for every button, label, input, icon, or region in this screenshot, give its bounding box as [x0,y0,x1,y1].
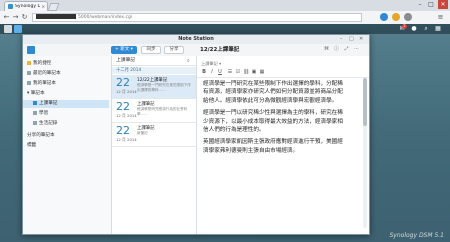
dsm-watermark: Synology DSM 5.1 [389,232,445,239]
tab-bar: Synology DiskStation ✕ – □ ✕ [0,0,450,11]
note-list-header: 上課筆記 [112,56,196,66]
url-field[interactable]: 5000/webman/index.cgi [32,13,362,22]
editor-note-title[interactable]: 12/22上課筆記 [200,46,239,54]
note-month: 12 月 2014 [116,89,137,94]
note-snippet: 新筆記 [137,131,148,135]
note-card[interactable]: 22 12 月 2014 12/22上課筆記 經濟學是一門研究在某些限制下作出選… [112,75,196,99]
new-tab-button[interactable] [47,3,60,11]
checkbox-icon[interactable]: ☑ [235,69,241,76]
notification-badge: 2 [402,24,407,29]
new-note-button[interactable]: + 新文 ▾ [111,46,137,54]
sidebar-item-shortcuts[interactable]: 我的捷徑 [27,60,51,68]
note-station-window: Note Station – □ ✕ + 新文 ▾ 同步 分享 12/22上課筆… [22,34,370,235]
star-icon [27,60,31,65]
extension-icon[interactable] [380,13,388,21]
close-tab-icon[interactable]: ✕ [42,4,45,9]
note-paragraph: 經濟學是一門研究在某些限制下作出選擇的學科，分配稀有資源，經濟學家亦研究人們如何… [203,81,343,104]
italic-icon[interactable]: I [209,69,215,76]
editor-scrollbar[interactable] [363,78,367,228]
close-window-icon[interactable]: ✕ [359,36,363,43]
notification-icon[interactable]: ✉2 [398,24,407,33]
sidebar: 我的捷徑 最近的筆記本 我的筆記本 ▾ 筆記本 上課筆記 學習 生活記錄 分享的… [23,56,112,234]
sidebar-item-study[interactable]: 學習 [33,110,48,118]
reload-icon[interactable]: ↻ [20,13,29,22]
notebook-icon [27,80,31,85]
info-icon[interactable]: ⓘ [333,46,340,53]
note-editor: 上課筆記 ▾ B I U ☰ ☑ ⛓ ▣ ▦ 經濟學是一門研究在某些限制下作出選… [197,56,369,234]
note-station-taskbar-icon[interactable] [14,25,22,33]
bullet-list-icon[interactable]: ☰ [227,69,233,76]
sidebar-item-life[interactable]: 生活記錄 [33,120,57,128]
note-card[interactable]: 22 12 月 2014 上課筆記 新筆記 [112,123,196,147]
close-window-icon[interactable]: ✕ [438,0,448,9]
format-toolbar: B I U ☰ ☑ ⛓ ▣ ▦ [197,68,369,78]
window-title: Note Station [178,36,214,42]
month-group-header: 十二月 2014 [112,67,196,74]
bold-icon[interactable]: B [201,69,207,76]
search-icon[interactable]: ⌕ [187,58,193,64]
notebook-icon [33,110,37,115]
note-paragraph: 英國經濟學家凱因斯主張政府應對經濟進行干預，美國經濟學家弗利德曼則主張自由市場經… [203,139,343,154]
note-month: 12 月 2014 [116,137,137,142]
tab-title: Synology DiskStation [15,4,40,9]
note-card[interactable]: 22 12 月 2014 上課筆記 經濟學是研究經濟行為的社會科學…… [112,99,196,123]
sidebar-item-my-notebooks[interactable]: 我的筆記本 [27,80,56,88]
forward-icon[interactable]: → [11,13,20,22]
sidebar-item-class-notes[interactable]: 上課筆記 [23,100,109,108]
extension-icon[interactable] [392,13,400,21]
table-icon[interactable]: ▦ [259,69,265,76]
fullscreen-icon[interactable]: ⤢ [343,46,350,53]
back-icon[interactable]: ← [2,13,11,22]
maximize-window-icon[interactable]: □ [349,36,354,43]
note-body[interactable]: 經濟學是一門研究在某些限制下作出選擇的學科，分配稀有資源，經濟學家亦研究人們如何… [203,80,343,159]
maximize-icon[interactable]: □ [426,0,436,9]
share-button[interactable]: 分享 [164,46,184,54]
note-paragraph: 經濟學是一門以研究稀少性與選擇為主的學科，研究在稀少資源下，以最小成本取得最大效… [203,110,343,134]
redacted-host [36,14,76,19]
tag-icon[interactable]: ⌘ [323,46,330,53]
notebook-selector[interactable]: 上課筆記 ▾ [201,60,221,67]
browser-chrome: Synology DiskStation ✕ – □ ✕ ← → ↻ 5000/… [0,0,450,25]
note-list: 上課筆記 ⌕ 十二月 2014 22 12 月 2014 12/22上課筆記 經… [112,56,197,234]
synology-favicon-icon [8,4,13,9]
underline-icon[interactable]: U [217,69,223,76]
note-month: 12 月 2014 [116,113,137,118]
scrollbar-thumb[interactable] [363,78,367,126]
widgets-icon[interactable]: ▦ [434,25,442,33]
sync-button[interactable]: 同步 [141,46,161,54]
address-bar: ← → ↻ 5000/webman/index.cgi ≡ [0,11,450,25]
note-station-logo-icon [27,46,35,54]
dsm-taskbar: ✉2 ● ⌕ ▦ [0,24,450,34]
note-snippet: 經濟學是研究經濟行為的社會科學…… [137,107,188,116]
link-icon[interactable]: ⛓ [243,69,249,76]
sidebar-item-notebooks[interactable]: ▾ 筆記本 [27,90,45,98]
extension-icon[interactable] [404,13,412,21]
more-icon[interactable]: ⋯ [353,46,360,53]
note-day: 22 [116,124,130,137]
notebook-icon [33,100,37,105]
user-icon[interactable]: ● [410,25,418,33]
sidebar-item-tags[interactable]: 標籤 [27,142,36,150]
url-path: 5000/webman/index.cgi [78,15,133,20]
note-day: 22 [116,100,130,113]
note-snippet: 經濟學是一門研究在某些限制下作出選擇的學科…… [137,83,191,92]
main-menu-icon[interactable] [4,25,12,33]
sidebar-item-shared[interactable]: 分享的筆記本 [27,132,55,140]
search-icon[interactable]: ⌕ [422,25,430,33]
clock-icon [27,70,31,75]
sidebar-item-recent[interactable]: 最近的筆記本 [27,70,61,78]
notebook-icon [33,120,37,125]
minimize-icon[interactable]: – [415,0,425,9]
minimize-window-icon[interactable]: – [340,36,343,43]
menu-icon[interactable]: ≡ [436,13,445,22]
image-icon[interactable]: ▣ [251,69,257,76]
browser-tab[interactable]: Synology DiskStation ✕ [4,1,48,11]
note-day: 22 [116,76,130,89]
